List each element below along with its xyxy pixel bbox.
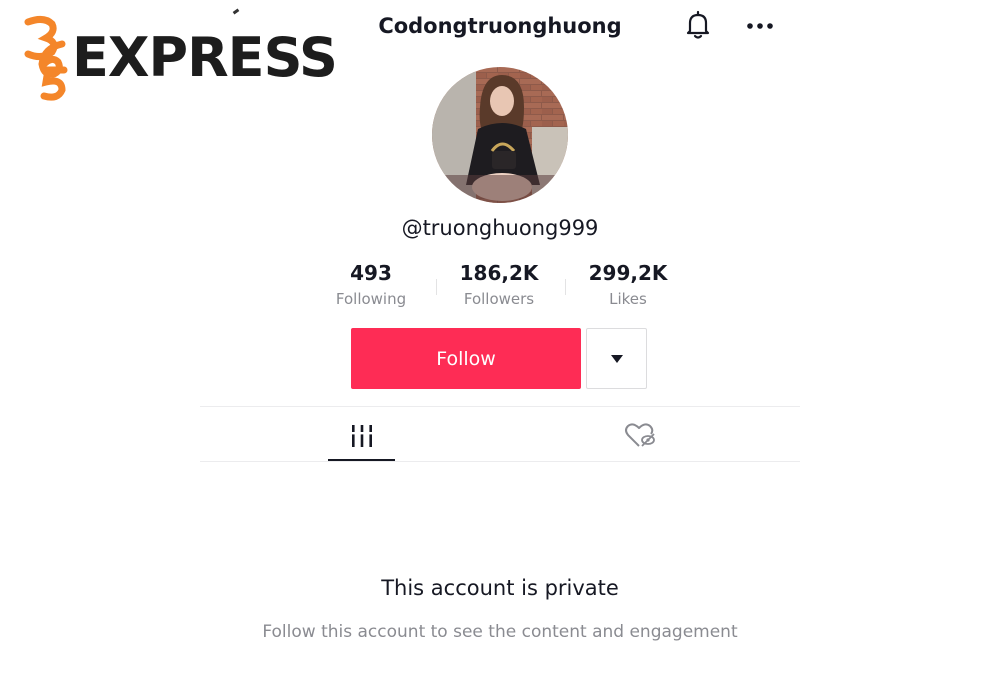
stat-value: 493 — [350, 261, 392, 285]
stat-label: Followers — [463, 290, 535, 308]
stat-following[interactable]: 493 Following — [306, 260, 436, 312]
avatar-photo-icon — [432, 67, 568, 203]
private-account-title: This account is private — [381, 576, 619, 600]
avatar[interactable] — [432, 67, 568, 203]
more-horizontal-icon[interactable] — [742, 12, 778, 40]
username: @truonghuong999 — [401, 216, 599, 240]
stat-value: 299,2K — [588, 261, 668, 285]
stat-followers[interactable]: 186,2K Followers — [434, 260, 564, 312]
stat-label: Likes — [609, 290, 647, 308]
bell-icon[interactable] — [681, 8, 715, 42]
tab-videos[interactable] — [329, 418, 395, 454]
follow-button[interactable]: Follow — [351, 328, 581, 389]
divider — [200, 461, 800, 462]
stat-label: Following — [335, 290, 407, 308]
tab-liked[interactable] — [620, 418, 660, 452]
stat-likes: 299,2K Likes — [563, 260, 693, 312]
profile-display-name: Codongtruonghuong — [378, 14, 622, 38]
divider — [200, 406, 800, 407]
private-account-description: Follow this account to see the content a… — [262, 622, 738, 642]
stat-value: 186,2K — [459, 261, 539, 285]
suggested-accounts-dropdown-button[interactable] — [586, 328, 647, 389]
caret-down-icon — [610, 354, 623, 363]
hidden-heart-icon — [625, 423, 655, 447]
grid-bars-icon — [349, 425, 375, 447]
